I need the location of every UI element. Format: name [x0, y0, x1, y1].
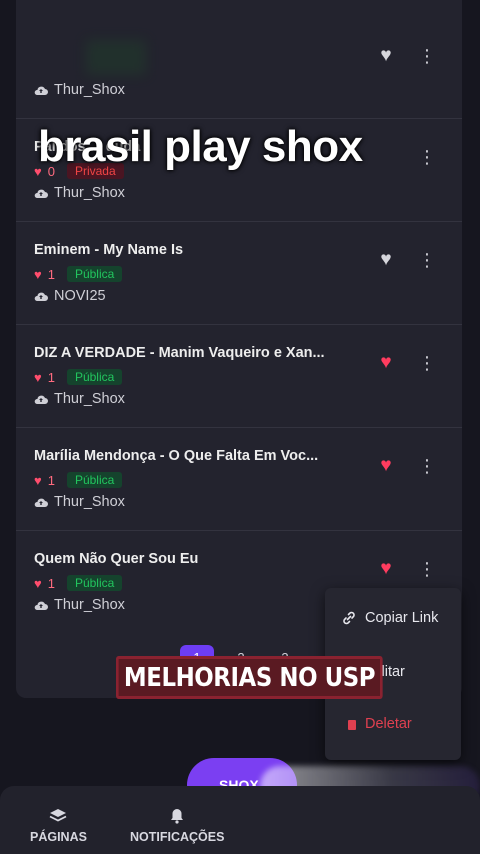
- like-icon: ♥: [34, 472, 42, 488]
- more-options-icon[interactable]: ⋮: [418, 456, 436, 476]
- like-count: 1: [47, 472, 55, 488]
- track-uploader: Thur_Shox: [34, 597, 125, 613]
- track-row[interactable]: ♥ ⋮ Thur_Shox: [16, 0, 462, 119]
- like-icon: ♥: [34, 575, 42, 591]
- link-icon: [343, 611, 355, 625]
- like-count: 1: [47, 369, 55, 385]
- track-meta: ♥ 1 Pública: [34, 368, 123, 386]
- layers-icon: [50, 809, 67, 822]
- heart-icon[interactable]: ♥: [376, 456, 396, 476]
- track-meta: ♥ 1 Pública: [34, 471, 123, 489]
- track-title: DIZ A VERDADE - Manim Vaqueiro e Xan...: [34, 345, 325, 361]
- nav-item-notifications[interactable]: NOTIFICAÇÕES: [130, 808, 224, 844]
- copy-link-item[interactable]: Copiar Link: [341, 610, 438, 626]
- visibility-badge: Pública: [66, 369, 123, 385]
- cloud-upload-icon: [34, 498, 48, 507]
- cloud-upload-icon: [34, 292, 48, 301]
- track-meta: ♥ 1 Pública: [34, 574, 123, 592]
- cloud-upload-icon: [34, 86, 48, 95]
- like-icon: ♥: [34, 266, 42, 282]
- track-meta: ♥ 1 Pública: [34, 265, 123, 283]
- track-row[interactable]: Marília Mendonça - O Que Falta Em Voc...…: [16, 428, 462, 531]
- blurred-thumbnail: [86, 40, 146, 75]
- track-row[interactable]: Eminem - My Name Is ♥ 1 Pública NOVI25 ♥…: [16, 222, 462, 325]
- track-uploader: Thur_Shox: [34, 494, 125, 510]
- track-row[interactable]: DIZ A VERDADE - Manim Vaqueiro e Xan... …: [16, 325, 462, 428]
- heart-icon[interactable]: ♥: [376, 250, 396, 270]
- track-uploader: Thur_Shox: [34, 391, 125, 407]
- more-options-icon[interactable]: ⋮: [418, 46, 436, 66]
- track-uploader: Thur_Shox: [34, 185, 125, 201]
- heart-icon[interactable]: ♥: [376, 353, 396, 373]
- cloud-upload-icon: [34, 395, 48, 404]
- more-options-icon[interactable]: ⋮: [418, 559, 436, 579]
- cloud-upload-icon: [34, 189, 48, 198]
- video-caption: MELHORIAS NO USP: [116, 656, 384, 699]
- visibility-badge: Pública: [66, 472, 123, 488]
- like-count: 1: [47, 266, 55, 282]
- like-count: 1: [47, 575, 55, 591]
- delete-item[interactable]: Deletar: [347, 716, 412, 732]
- bell-icon: [171, 809, 184, 824]
- track-title: Eminem - My Name Is: [34, 242, 184, 258]
- more-options-icon[interactable]: ⋮: [418, 250, 436, 270]
- nav-item-pages[interactable]: PÁGINAS: [30, 808, 87, 844]
- overlay-title: brasil play shox: [38, 122, 363, 171]
- track-uploader: Thur_Shox: [34, 82, 125, 98]
- more-options-icon[interactable]: ⋮: [418, 147, 436, 167]
- track-title: Quem Não Quer Sou Eu: [34, 551, 199, 567]
- track-title: Marília Mendonça - O Que Falta Em Voc...: [34, 448, 319, 464]
- heart-icon[interactable]: ♥: [376, 559, 396, 579]
- visibility-badge: Pública: [66, 575, 123, 591]
- more-options-icon[interactable]: ⋮: [418, 353, 436, 373]
- trash-icon: [348, 720, 356, 730]
- bottom-navigation: PÁGINAS NOTIFICAÇÕES: [0, 786, 480, 854]
- cloud-upload-icon: [34, 601, 48, 610]
- like-icon: ♥: [34, 369, 42, 385]
- track-uploader: NOVI25: [34, 288, 106, 304]
- visibility-badge: Pública: [66, 266, 123, 282]
- heart-icon[interactable]: ♥: [376, 46, 396, 66]
